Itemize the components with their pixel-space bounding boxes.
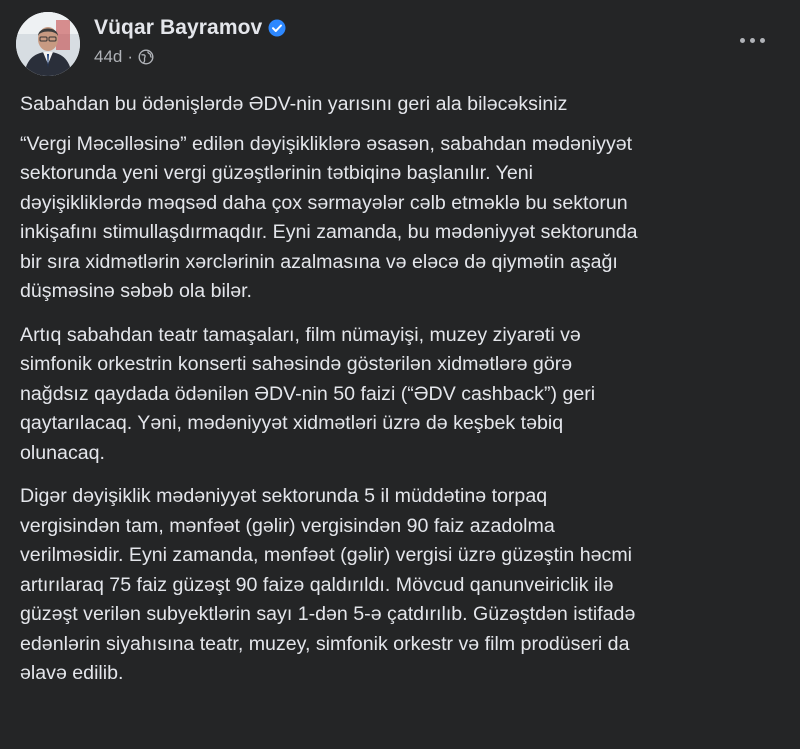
separator-dot: · [127, 47, 134, 66]
post-subline: 44d · [94, 47, 286, 67]
author-name[interactable]: Vüqar Bayramov [94, 16, 262, 40]
post-body: Sabahdan bu ödənişlərdə ƏDV-nin yarısını… [20, 90, 790, 703]
post-paragraph: Artıq sabahdan teatr tamaşaları, film nü… [20, 323, 596, 464]
more-options-icon[interactable] [734, 28, 770, 52]
globe-icon[interactable] [138, 49, 154, 65]
verified-badge-icon [268, 19, 286, 37]
avatar-image [16, 12, 80, 76]
post-paragraph: Digər dəyişiklik mədəniyyət sektorunda 5… [20, 485, 636, 684]
facebook-post: Vüqar Bayramov 44d · Sabahdan bu ödənişl… [0, 0, 800, 749]
post-headline: Sabahdan bu ödənişlərdə ƏDV-nin yarısını… [20, 93, 568, 115]
post-meta: Vüqar Bayramov 44d · [94, 16, 286, 67]
more-dot [749, 37, 755, 43]
author-avatar[interactable] [16, 12, 80, 76]
author-row: Vüqar Bayramov [94, 16, 286, 40]
post-header: Vüqar Bayramov 44d · [16, 12, 286, 76]
post-paragraph: “Vergi Məcəlləsinə” edilən dəyişikliklər… [20, 132, 638, 303]
post-timestamp[interactable]: 44d [94, 47, 122, 67]
more-dot [739, 37, 745, 43]
more-dot [759, 37, 765, 43]
